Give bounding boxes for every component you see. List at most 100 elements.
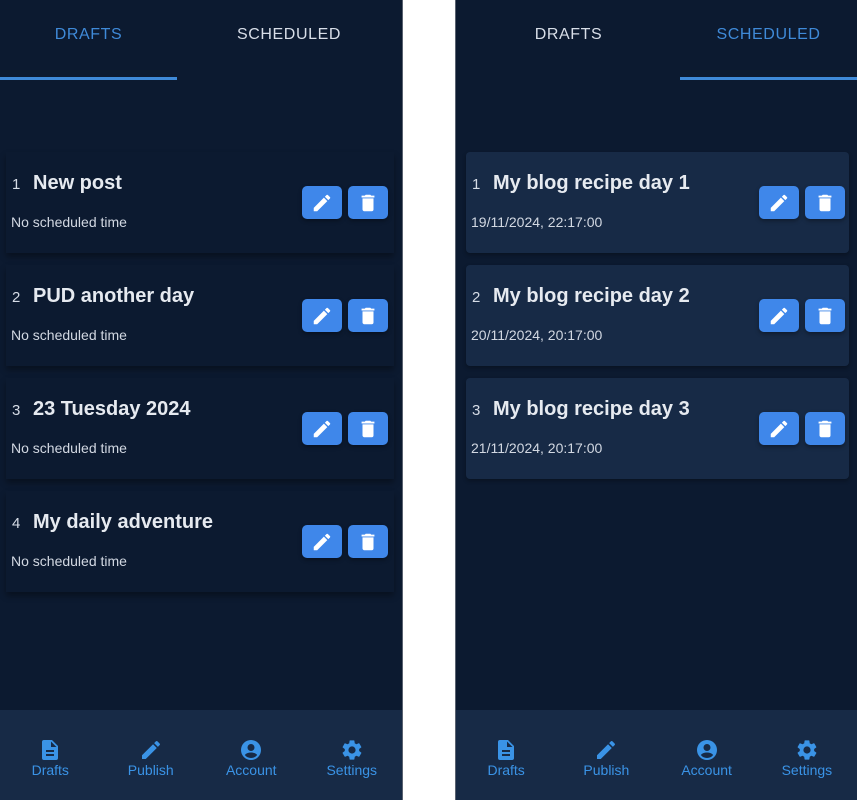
- bottom-navigation: Drafts Publish Account Settings: [456, 710, 857, 800]
- item-title: PUD another day: [33, 285, 195, 307]
- item-schedule: 19/11/2024, 22:17:00: [471, 214, 603, 230]
- edit-button[interactable]: [759, 412, 799, 445]
- nav-label: Account: [225, 762, 277, 778]
- tab-scheduled[interactable]: SCHEDULED: [680, 0, 857, 80]
- list-item[interactable]: 1 New post No scheduled time: [6, 152, 394, 253]
- edit-button[interactable]: [759, 186, 799, 219]
- nav-account[interactable]: Account: [206, 738, 296, 778]
- item-title: My daily adventure: [33, 511, 214, 533]
- item-index: 3: [472, 402, 481, 419]
- list-item[interactable]: 1 My blog recipe day 1 19/11/2024, 22:17…: [466, 152, 849, 253]
- account-circle-icon: [241, 740, 262, 760]
- tab-indicator: [176, 77, 402, 80]
- edit-button[interactable]: [302, 299, 342, 332]
- tab-drafts[interactable]: DRAFTS: [0, 0, 177, 80]
- tab-bar: DRAFTS SCHEDULED: [456, 0, 857, 80]
- edit-button[interactable]: [302, 186, 342, 219]
- item-schedule: No scheduled time: [11, 327, 127, 343]
- nav-drafts[interactable]: Drafts: [5, 738, 95, 778]
- delete-button[interactable]: [348, 412, 388, 445]
- delete-button[interactable]: [348, 299, 388, 332]
- nav-settings[interactable]: Settings: [307, 738, 397, 778]
- nav-label: Drafts: [487, 762, 525, 778]
- item-index: 1: [472, 176, 481, 193]
- pencil-icon: [770, 194, 788, 211]
- gear-icon: [797, 740, 817, 760]
- document-icon: [42, 740, 59, 760]
- tab-bar: DRAFTS SCHEDULED: [0, 0, 402, 80]
- trash-icon: [361, 307, 375, 324]
- tab-scheduled[interactable]: SCHEDULED: [176, 0, 402, 80]
- item-title: 23 Tuesday 2024: [33, 398, 191, 420]
- list-item[interactable]: 2 My blog recipe day 2 20/11/2024, 20:17…: [466, 265, 849, 366]
- tab-label: SCHEDULED: [236, 26, 342, 43]
- trash-icon: [818, 194, 832, 211]
- item-schedule: 20/11/2024, 20:17:00: [471, 327, 603, 343]
- list-item[interactable]: 4 My daily adventure No scheduled time: [6, 491, 394, 592]
- item-schedule: No scheduled time: [11, 214, 127, 230]
- edit-button[interactable]: [302, 525, 342, 558]
- drafts-screen: DRAFTS SCHEDULED 1 New post No scheduled…: [0, 0, 403, 800]
- pencil-icon: [597, 740, 616, 759]
- item-index: 1: [12, 176, 21, 193]
- nav-publish[interactable]: Publish: [561, 738, 651, 778]
- gear-icon: [342, 740, 362, 760]
- trash-icon: [818, 420, 832, 437]
- trash-icon: [361, 533, 375, 550]
- trash-icon: [361, 194, 375, 211]
- edit-button[interactable]: [759, 299, 799, 332]
- scheduled-list: 1 My blog recipe day 1 19/11/2024, 22:17…: [456, 152, 857, 491]
- tab-label: SCHEDULED: [716, 26, 821, 43]
- nav-drafts[interactable]: Drafts: [461, 738, 551, 778]
- item-index: 4: [12, 515, 21, 532]
- item-schedule: 21/11/2024, 20:17:00: [471, 440, 603, 456]
- item-title: My blog recipe day 1: [493, 172, 690, 194]
- pencil-icon: [770, 420, 788, 437]
- tab-label: DRAFTS: [534, 26, 603, 43]
- item-title: New post: [33, 172, 122, 194]
- pencil-icon: [313, 194, 331, 211]
- nav-label: Account: [681, 762, 732, 778]
- item-schedule: No scheduled time: [11, 553, 127, 569]
- tab-label: DRAFTS: [54, 26, 123, 43]
- list-item[interactable]: 3 23 Tuesday 2024 No scheduled time: [6, 378, 394, 479]
- pencil-icon: [313, 533, 331, 550]
- document-icon: [498, 740, 515, 760]
- nav-label: Settings: [326, 762, 378, 778]
- item-schedule: No scheduled time: [11, 440, 127, 456]
- item-title: My blog recipe day 3: [493, 398, 690, 420]
- pencil-icon: [313, 420, 331, 437]
- item-title: My blog recipe day 2: [493, 285, 690, 307]
- edit-button[interactable]: [302, 412, 342, 445]
- pencil-icon: [141, 740, 160, 759]
- nav-account[interactable]: Account: [662, 738, 752, 778]
- trash-icon: [818, 307, 832, 324]
- delete-button[interactable]: [805, 186, 845, 219]
- nav-label: Publish: [583, 762, 630, 778]
- nav-label: Publish: [127, 762, 174, 778]
- item-index: 2: [472, 289, 481, 306]
- pencil-icon: [770, 307, 788, 324]
- nav-label: Settings: [781, 762, 833, 778]
- trash-icon: [361, 420, 375, 437]
- pencil-icon: [313, 307, 331, 324]
- tab-indicator: [680, 77, 857, 80]
- item-index: 2: [12, 289, 21, 306]
- delete-button[interactable]: [348, 525, 388, 558]
- item-index: 3: [12, 402, 21, 419]
- nav-settings[interactable]: Settings: [762, 738, 852, 778]
- tab-drafts[interactable]: DRAFTS: [456, 0, 681, 80]
- delete-button[interactable]: [805, 299, 845, 332]
- account-circle-icon: [696, 740, 717, 760]
- nav-publish[interactable]: Publish: [106, 738, 196, 778]
- delete-button[interactable]: [348, 186, 388, 219]
- list-item[interactable]: 2 PUD another day No scheduled time: [6, 265, 394, 366]
- tab-indicator: [456, 77, 681, 80]
- drafts-list: 1 New post No scheduled time 2 PUD anoth…: [0, 152, 402, 604]
- bottom-navigation: Drafts Publish Account Settings: [0, 710, 402, 800]
- tab-indicator: [0, 77, 177, 80]
- nav-label: Drafts: [31, 762, 69, 778]
- list-item[interactable]: 3 My blog recipe day 3 21/11/2024, 20:17…: [466, 378, 849, 479]
- delete-button[interactable]: [805, 412, 845, 445]
- scheduled-screen: DRAFTS SCHEDULED 1 My blog recipe day 1 …: [455, 0, 857, 800]
